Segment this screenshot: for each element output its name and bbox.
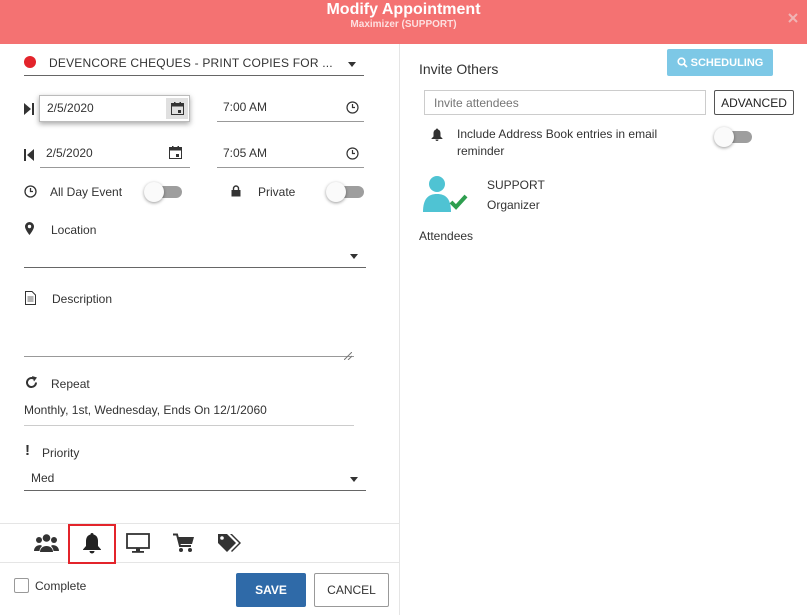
cancel-button[interactable]: CANCEL (314, 573, 389, 607)
priority-label: Priority (42, 446, 80, 460)
toggle-knob (326, 182, 346, 202)
clock-icon[interactable] (346, 147, 359, 163)
scheduling-label: SCHEDULING (690, 56, 764, 69)
start-time-field[interactable]: 7:00 AM (217, 95, 364, 122)
end-time-value: 7:05 AM (223, 146, 268, 160)
start-time-value: 7:00 AM (223, 100, 268, 114)
bell-icon (431, 128, 443, 144)
priority-dropdown[interactable]: Med (24, 467, 366, 491)
private-label: Private (258, 185, 296, 199)
dialog-title: Modify Appointment (326, 1, 481, 18)
start-date-value: 2/5/2020 (47, 101, 94, 115)
location-dropdown[interactable] (24, 243, 366, 268)
end-time-field[interactable]: 7:05 AM (217, 141, 364, 168)
dialog-subtitle: Maximizer (SUPPORT) (350, 19, 457, 30)
cart-icon (173, 533, 195, 556)
advanced-button[interactable]: ADVANCED (714, 90, 794, 115)
tab-cart[interactable] (160, 524, 208, 564)
save-button[interactable]: SAVE (236, 573, 306, 607)
tags-icon (217, 533, 243, 556)
document-icon (25, 291, 36, 308)
tab-monitor[interactable] (114, 524, 162, 564)
clock-icon[interactable] (346, 101, 359, 117)
repeat-label: Repeat (51, 377, 90, 391)
invite-attendees-input[interactable] (424, 90, 706, 115)
tab-reminder[interactable] (68, 524, 116, 564)
complete-checkbox[interactable] (14, 578, 29, 593)
calendar-icon[interactable] (166, 98, 188, 119)
complete-label: Complete (35, 579, 87, 593)
repeat-icon (25, 376, 38, 392)
toggle-knob (144, 182, 164, 202)
appointment-form: DEVENCORE CHEQUES - PRINT COPIES FOR ...… (0, 44, 400, 615)
search-icon (677, 57, 688, 68)
priority-value: Med (31, 471, 55, 485)
chevron-down-icon (350, 254, 358, 259)
tab-attendees[interactable] (22, 524, 70, 564)
monitor-icon (126, 532, 150, 556)
organizer-role: Organizer (487, 198, 540, 212)
location-label: Location (51, 223, 97, 237)
scheduling-button[interactable]: SCHEDULING (667, 49, 773, 76)
location-pin-icon (25, 222, 34, 238)
color-dot-icon (24, 56, 36, 68)
start-date-field[interactable]: 2/5/2020 (39, 95, 190, 122)
private-toggle[interactable] (326, 181, 366, 202)
users-icon (33, 533, 59, 556)
tab-tags[interactable] (206, 524, 254, 564)
calendar-icon[interactable] (169, 146, 182, 162)
include-address-book-label: Include Address Book entries in email re… (457, 127, 658, 158)
appointment-tab-bar (0, 523, 400, 564)
chevron-down-icon (350, 477, 358, 482)
description-label: Description (52, 292, 113, 306)
organizer-name: SUPPORT (487, 178, 545, 192)
end-date-value: 2/5/2020 (46, 146, 93, 160)
invite-title: Invite Others (419, 61, 499, 77)
end-icon (24, 149, 34, 164)
subject-value: DEVENCORE CHEQUES - PRINT COPIES FOR ... (49, 56, 333, 70)
dialog-header: Modify Appointment Maximizer (SUPPORT) (0, 0, 807, 44)
all-day-label: All Day Event (50, 185, 123, 199)
repeat-field[interactable]: Monthly, 1st, Wednesday, Ends On 12/1/20… (24, 399, 354, 426)
include-address-book-toggle[interactable] (714, 126, 754, 147)
chevron-down-icon (348, 62, 356, 67)
toggle-knob (714, 127, 734, 147)
subject-dropdown[interactable]: DEVENCORE CHEQUES - PRINT COPIES FOR ... (24, 52, 364, 76)
attendees-heading: Attendees (419, 229, 474, 243)
exclamation-icon: ! (25, 442, 30, 459)
description-textarea[interactable] (24, 315, 354, 361)
invite-panel: Invite Others SCHEDULING ADVANCED Includ… (400, 44, 807, 615)
close-icon[interactable] (787, 12, 799, 24)
all-day-toggle[interactable] (144, 181, 184, 202)
repeat-value: Monthly, 1st, Wednesday, Ends On 12/1/20… (24, 403, 267, 417)
clock-icon (24, 185, 37, 201)
bell-icon (82, 532, 102, 557)
resize-handle-icon[interactable] (343, 348, 353, 363)
organizer-avatar-icon (423, 175, 469, 216)
end-date-field[interactable]: 2/5/2020 (40, 141, 190, 168)
start-icon (24, 103, 34, 118)
lock-icon (231, 185, 241, 200)
